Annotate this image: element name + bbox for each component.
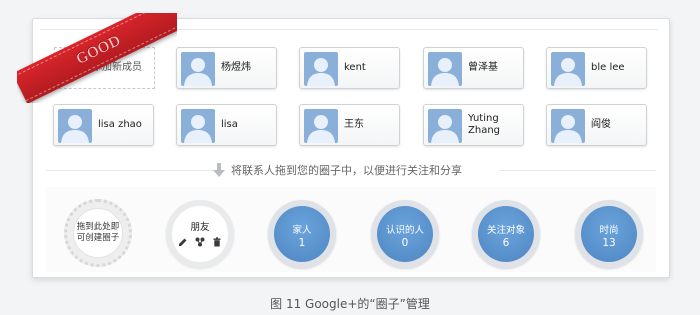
- contact-card[interactable]: kent: [299, 47, 400, 89]
- circle-following[interactable]: 关注对象 6: [472, 200, 540, 268]
- contact-name: kent: [344, 62, 366, 73]
- figure-caption: 图 11 Google+的“圈子”管理: [270, 297, 430, 311]
- circle-fashion[interactable]: 时尚 13: [575, 200, 643, 268]
- circle-count: 6: [502, 237, 510, 249]
- avatar-placeholder-icon: [181, 109, 215, 143]
- contact-card[interactable]: lisa zhao: [53, 104, 154, 146]
- circle-acquaintances[interactable]: 认识的人 0: [371, 200, 439, 268]
- dropzone-line1: 拖到此处即: [76, 222, 120, 232]
- avatar-placeholder-icon: [551, 109, 585, 143]
- avatar-placeholder-icon: [304, 109, 338, 143]
- avatar-placeholder-icon: [181, 52, 215, 86]
- hint-divider-left: [46, 170, 222, 171]
- friends-circle-tools: [172, 237, 228, 247]
- friends-circle-label: 朋友: [190, 222, 210, 233]
- contact-card[interactable]: 曾泽基: [423, 47, 524, 89]
- circle-name: 认识的人: [385, 225, 424, 236]
- avatar-placeholder-icon: [304, 52, 338, 86]
- circle-name: 家人: [292, 225, 312, 236]
- arrow-down-icon: [213, 163, 225, 177]
- circle-count: 13: [602, 237, 616, 249]
- edit-pencil-icon[interactable]: [178, 237, 188, 247]
- circle-following-face: 关注对象 6: [478, 206, 534, 262]
- contact-card[interactable]: 王东: [299, 104, 400, 146]
- circle-count: 1: [298, 237, 306, 249]
- circle-family-face: 家人 1: [274, 206, 330, 262]
- avatar-placeholder-icon: [428, 52, 462, 86]
- circle-family[interactable]: 家人 1: [268, 200, 336, 268]
- contact-card[interactable]: 杨煜炜: [176, 47, 277, 89]
- circle-name: 时尚: [599, 225, 619, 236]
- good-ribbon: GOOD: [17, 13, 177, 103]
- contact-name: ble lee: [591, 62, 625, 73]
- avatar-placeholder-icon: [428, 109, 462, 143]
- contact-name: lisa: [221, 119, 238, 130]
- circle-name: 关注对象: [486, 225, 525, 236]
- circle-acquaintances-face: 认识的人 0: [377, 206, 433, 262]
- hint-divider-right: [500, 170, 656, 171]
- drag-hint-text: 将联系人拖到您的圈子中，以便进行关注和分享: [231, 164, 462, 177]
- circle-count: 0: [401, 237, 409, 249]
- circles-lane: [46, 187, 656, 272]
- dropzone-line2: 可创建圈子: [76, 233, 120, 243]
- contact-card[interactable]: ble lee: [546, 47, 647, 89]
- good-badge-text: GOOD: [17, 13, 177, 103]
- contact-name: 王东: [344, 119, 364, 130]
- share-icon[interactable]: [195, 237, 205, 247]
- avatar-placeholder-icon: [551, 52, 585, 86]
- contact-card[interactable]: lisa: [176, 104, 277, 146]
- friends-circle[interactable]: 朋友: [166, 200, 234, 268]
- contact-name: 杨煜炜: [221, 62, 251, 73]
- circle-fashion-face: 时尚 13: [581, 206, 637, 262]
- dropzone-label: 拖到此处即 可创建圈子: [73, 208, 123, 258]
- contact-name: lisa zhao: [98, 119, 142, 130]
- contact-name: 曾泽基: [468, 62, 498, 73]
- avatar-placeholder-icon: [58, 109, 92, 143]
- contact-name: Yuting Zhang: [468, 113, 501, 136]
- contact-name: 阎俊: [591, 119, 611, 130]
- contact-card[interactable]: 阎俊: [546, 104, 647, 146]
- drag-hint: 将联系人拖到您的圈子中，以便进行关注和分享: [213, 160, 513, 180]
- create-circle-dropzone[interactable]: 拖到此处即 可创建圈子: [64, 199, 132, 267]
- trash-icon[interactable]: [212, 237, 222, 247]
- contact-card[interactable]: Yuting Zhang: [423, 104, 524, 146]
